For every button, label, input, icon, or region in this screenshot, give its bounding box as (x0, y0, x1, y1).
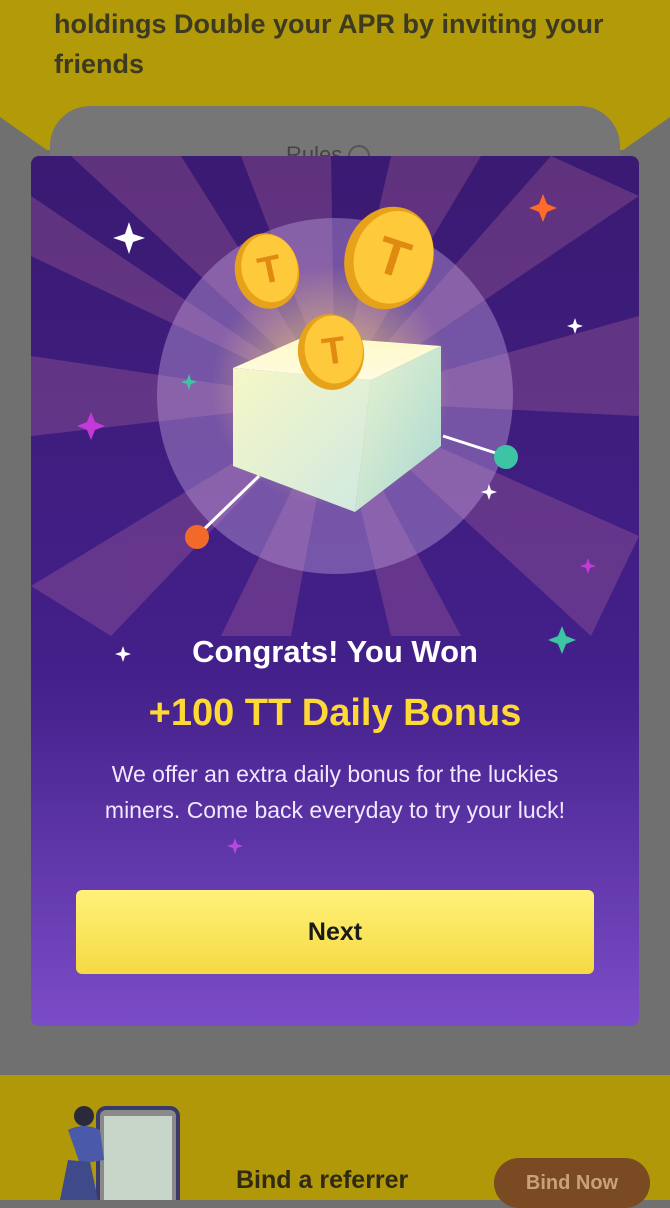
teal-dot (494, 445, 518, 469)
background-header-text: holdings Double your APR by inviting you… (54, 9, 604, 79)
bonus-description: We offer an extra daily bonus for the lu… (104, 761, 566, 823)
daily-bonus-modal: T T T Congrats! You Won +100 TT Daily Bo… (31, 156, 639, 1026)
bind-referrer-label: Bind a referrer (236, 1166, 409, 1194)
bonus-amount: +100 TT Daily Bonus (148, 692, 522, 734)
bonus-illustration: T T T (31, 156, 639, 636)
bind-now-button[interactable]: Bind Now (494, 1158, 650, 1208)
orange-dot (185, 525, 209, 549)
congrats-title: Congrats! You Won (192, 634, 478, 669)
referral-illustration (60, 1106, 180, 1200)
next-button[interactable]: Next (76, 890, 594, 974)
